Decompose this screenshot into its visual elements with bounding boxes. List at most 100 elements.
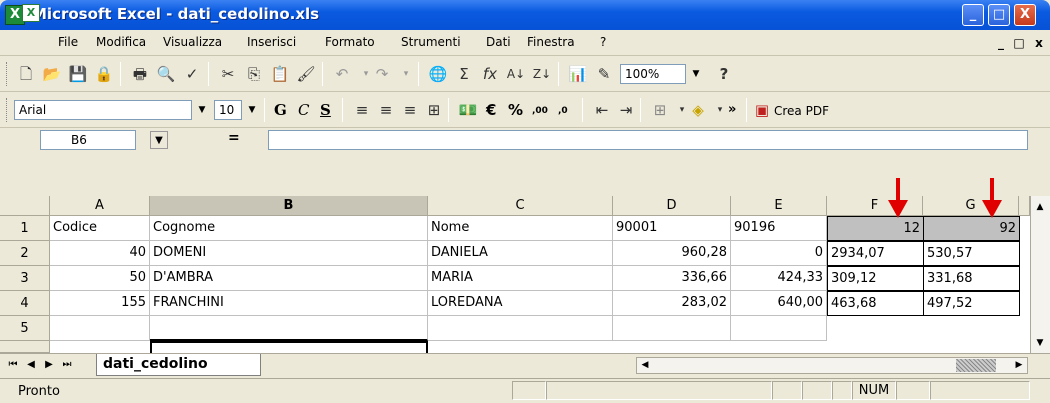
cell-c5[interactable] [428, 316, 613, 341]
drawing-icon[interactable]: ✎ [592, 63, 616, 85]
next-sheet-icon[interactable]: ▶ [42, 357, 56, 373]
row-header-2[interactable]: 2 [0, 241, 50, 266]
column-header-f[interactable]: F [827, 196, 923, 216]
workbook-close-button[interactable]: x [1032, 36, 1046, 51]
open-icon[interactable]: 📂 [40, 63, 64, 85]
prev-sheet-icon[interactable]: ◀ [24, 357, 38, 373]
sort-descending-icon[interactable]: Z↓ [530, 63, 554, 85]
cell-e2[interactable]: 0 [731, 241, 827, 266]
sort-ascending-icon[interactable]: A↓ [504, 63, 528, 85]
menu-finestra[interactable]: Finestra [527, 35, 575, 49]
cell-f3[interactable]: 309,12 [827, 266, 924, 291]
decrease-decimal-button[interactable]: ,0 [558, 100, 568, 122]
scroll-right-arrow-icon[interactable]: ▶ [1012, 359, 1026, 372]
cell-e5[interactable] [731, 316, 827, 341]
cell-f2[interactable]: 2934,07 [827, 241, 924, 266]
row-header-1[interactable]: 1 [0, 216, 50, 241]
save-icon[interactable]: 💾 [66, 63, 90, 85]
toolbar-grip[interactable] [6, 62, 9, 86]
cell-c4[interactable]: LOREDANA [428, 291, 613, 316]
scroll-down-arrow-icon[interactable]: ▼ [1032, 334, 1048, 352]
font-name-select[interactable]: Arial [14, 100, 192, 120]
horizontal-scroll-thumb[interactable] [956, 359, 996, 372]
font-name-dropdown-icon[interactable]: ▼ [194, 100, 210, 120]
zoom-select[interactable]: 100% [620, 64, 686, 84]
new-icon[interactable]: 🗋 [14, 63, 38, 85]
format-painter-icon[interactable]: 🖌 [294, 63, 318, 85]
toolbar-grip[interactable] [6, 98, 9, 122]
column-header-c[interactable]: C [428, 196, 613, 216]
cell-b2[interactable]: DOMENI [150, 241, 428, 266]
percent-button[interactable]: % [508, 99, 523, 121]
undo-icon[interactable]: ↶ [330, 63, 354, 85]
help-icon[interactable]: ? [712, 63, 736, 85]
zoom-dropdown-icon[interactable]: ▼ [688, 64, 704, 84]
column-header-a[interactable]: A [50, 196, 150, 216]
maximize-button[interactable]: □ [988, 4, 1010, 26]
cell-c3[interactable]: MARIA [428, 266, 613, 291]
toolbar-options-button[interactable]: » [728, 99, 736, 121]
cell-a2[interactable]: 40 [50, 241, 150, 266]
workbook-minimize-button[interactable]: _ [994, 36, 1008, 51]
cell-f4[interactable]: 463,68 [827, 291, 924, 316]
bold-button[interactable]: G [274, 99, 287, 121]
cell-a1[interactable]: Codice [50, 216, 150, 241]
menu-dati[interactable]: Dati [486, 35, 511, 49]
scroll-left-arrow-icon[interactable]: ◀ [638, 359, 652, 372]
pdf-icon[interactable]: ▣ [752, 99, 772, 121]
paste-icon[interactable]: 📋 [268, 63, 292, 85]
cell-a3[interactable]: 50 [50, 266, 150, 291]
column-header-d[interactable]: D [613, 196, 731, 216]
first-sheet-icon[interactable]: ⏮ [6, 357, 20, 373]
menu-inserisci[interactable]: Inserisci [247, 35, 296, 49]
menu-visualizza[interactable]: Visualizza [163, 35, 222, 49]
sheet-tab-dati-cedolino[interactable]: dati_cedolino [96, 354, 261, 376]
row-header-4[interactable]: 4 [0, 291, 50, 316]
column-header-b[interactable]: B [150, 196, 428, 216]
cell-d4[interactable]: 283,02 [613, 291, 731, 316]
scroll-up-arrow-icon[interactable]: ▲ [1032, 198, 1048, 216]
workbook-icon[interactable]: X [22, 4, 40, 22]
column-header-h[interactable] [1019, 196, 1030, 216]
cell-c2[interactable]: DANIELA [428, 241, 613, 266]
name-box-dropdown-icon[interactable]: ▼ [150, 131, 168, 149]
hyperlink-icon[interactable]: 🌐 [426, 63, 450, 85]
column-header-e[interactable]: E [731, 196, 827, 216]
menu-file[interactable]: File [58, 35, 78, 49]
row-header-3[interactable]: 3 [0, 266, 50, 291]
cell-a5[interactable] [50, 316, 150, 341]
redo-dropdown-icon[interactable]: ▾ [394, 63, 418, 85]
cell-e3[interactable]: 424,33 [731, 266, 827, 291]
borders-icon[interactable]: ⊞ [648, 99, 672, 121]
cell-d2[interactable]: 960,28 [613, 241, 731, 266]
font-size-select[interactable]: 10 [214, 100, 242, 120]
italic-button[interactable]: C [298, 99, 309, 121]
underline-button[interactable]: S [320, 99, 331, 121]
decrease-indent-icon[interactable]: ⇤ [590, 99, 614, 121]
print-icon[interactable]: 🖶 [128, 63, 152, 85]
cut-icon[interactable]: ✂ [216, 63, 240, 85]
minimize-button[interactable]: _ [962, 4, 984, 26]
align-center-icon[interactable]: ≡ [374, 99, 398, 121]
function-icon[interactable]: fx [478, 63, 502, 85]
permission-icon[interactable]: 🔒 [92, 63, 116, 85]
copy-icon[interactable]: ⎘ [242, 63, 266, 85]
menu-formato[interactable]: Formato [325, 35, 375, 49]
selected-cell-b6[interactable] [150, 341, 428, 353]
cell-c1[interactable]: Nome [428, 216, 613, 241]
align-right-icon[interactable]: ≡ [398, 99, 422, 121]
cell-g4[interactable]: 497,52 [923, 291, 1020, 316]
column-header-g[interactable]: G [923, 196, 1019, 216]
row-header-5[interactable]: 5 [0, 316, 50, 341]
increase-decimal-button[interactable]: ,00 [532, 100, 548, 122]
chart-wizard-icon[interactable]: 📊 [566, 63, 590, 85]
cell-b4[interactable]: FRANCHINI [150, 291, 428, 316]
cell-b3[interactable]: D'AMBRA [150, 266, 428, 291]
print-preview-icon[interactable]: 🔍 [154, 63, 178, 85]
formula-input[interactable] [268, 130, 1028, 150]
cell-g3[interactable]: 331,68 [923, 266, 1020, 291]
redo-icon[interactable]: ↷ [370, 63, 394, 85]
font-size-dropdown-icon[interactable]: ▼ [244, 100, 260, 120]
menu-modifica[interactable]: Modifica [96, 35, 146, 49]
crea-pdf-button[interactable]: Crea PDF [774, 104, 829, 118]
